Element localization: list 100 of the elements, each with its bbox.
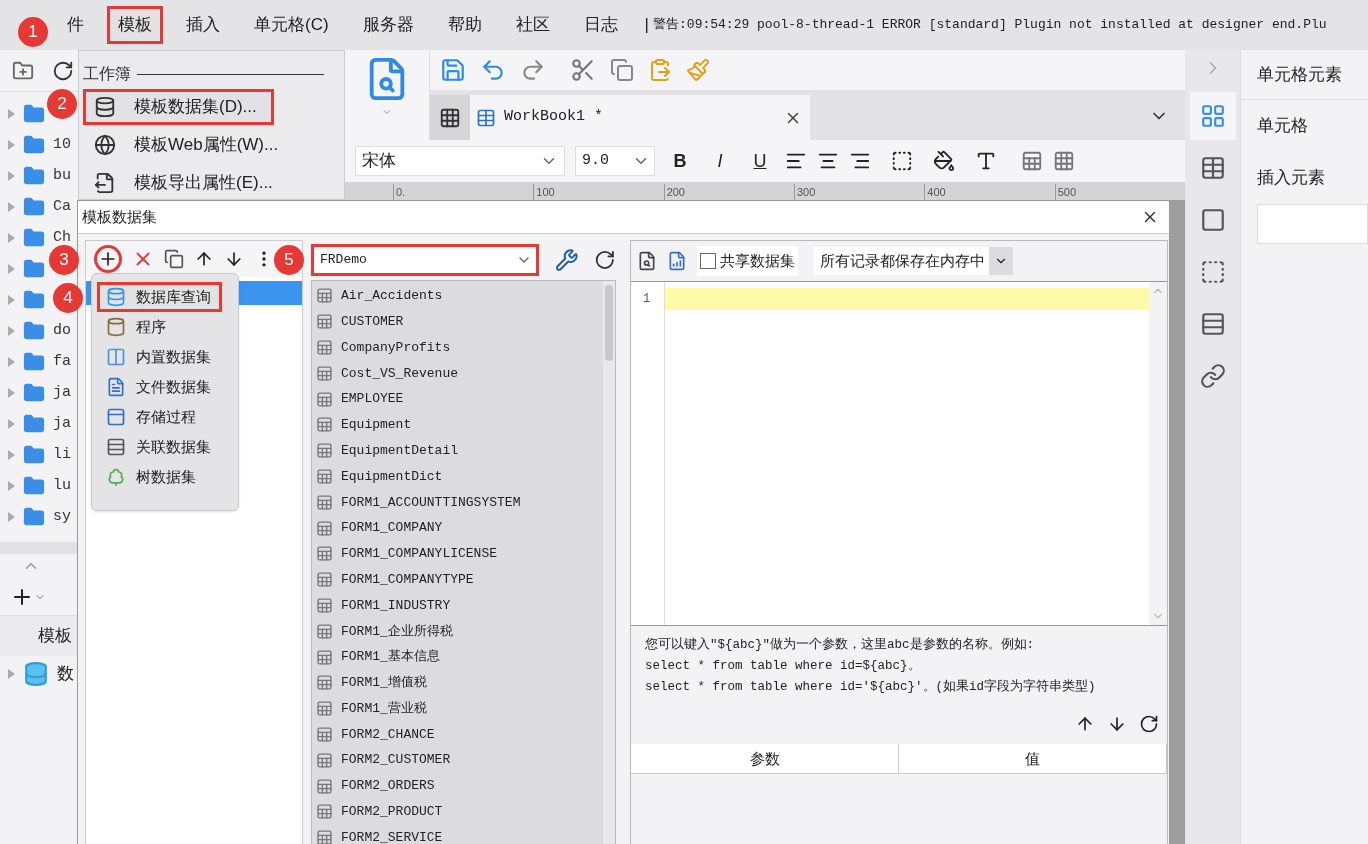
folder-name[interactable]: 10 [53,137,71,152]
expand-triangle-icon[interactable] [8,139,15,150]
menu-item[interactable]: 模板数据集(D)... [83,89,274,125]
expand-triangle-icon[interactable] [8,449,15,460]
table-name[interactable]: FORM1_COMPANY [341,518,443,538]
merge-cells-icon[interactable] [1021,150,1043,172]
menu-item[interactable]: 单元格(C) [243,6,340,44]
table-name[interactable]: FORM1_ACCOUNTTINGSYSTEM [341,492,521,512]
copy-icon[interactable] [164,249,184,269]
hint-text: 您可以键入"${abc}"做为一个参数，这里abc是参数的名称。例如: [645,636,1035,654]
expand-triangle-icon[interactable] [8,108,15,119]
folder-name[interactable]: li [53,447,71,462]
storage-select[interactable]: 所有记录都保存在内存中 [814,247,1013,275]
folder-name[interactable]: ja [53,385,71,400]
menu-item[interactable]: 文件数据集 [97,372,222,402]
font-color-icon[interactable] [975,150,997,172]
expand-triangle-icon[interactable] [8,669,15,679]
fill-color-icon[interactable] [933,150,955,172]
menu-item[interactable]: 服务器 [351,6,425,44]
cut-icon[interactable] [570,57,596,83]
expand-triangle-icon[interactable] [8,294,15,305]
font-select[interactable]: 宋体 [355,146,565,176]
expand-triangle-icon[interactable] [8,170,15,181]
table-name[interactable]: Equipment [341,415,412,435]
menu-item[interactable]: 日志 [572,6,629,44]
menu-item[interactable]: 模板 [107,6,163,44]
copy-icon[interactable] [610,58,634,82]
edit-connection-icon[interactable] [554,248,579,272]
tree-item[interactable]: 数 [57,661,74,687]
table-name[interactable]: FORM1_COMPANYLICENSE [341,544,498,564]
table-name[interactable]: FORM2_CUSTOMER [341,750,451,770]
menu-item[interactable]: 树数据集 [97,462,207,492]
workbook-tab[interactable]: WorkBook1 * [470,95,810,140]
menu-item[interactable]: 模板导出属性(E)... [83,165,290,201]
checkbox[interactable] [700,253,716,269]
table-name[interactable]: FORM1_COMPANYTYPE [341,569,474,590]
folder-name[interactable]: fa [53,354,71,369]
input-field[interactable] [1257,204,1368,244]
save-dataset-icon[interactable] [667,251,687,271]
grid-icon[interactable] [1053,150,1075,172]
refresh-icon[interactable] [594,249,616,271]
font-size-select[interactable]: 9.0 [575,146,655,176]
expand-triangle-icon[interactable] [8,232,15,243]
table-name[interactable]: Cost_VS_Revenue [341,363,459,384]
table-name[interactable]: FORM1_企业所得税 [341,621,453,641]
scrollbar-thumb[interactable] [605,285,613,361]
menu-item[interactable]: 程序 [97,312,177,342]
folder-name[interactable]: Ch [53,230,71,245]
menu-item[interactable]: 插入 [175,6,231,44]
refresh-icon[interactable] [52,59,74,82]
table-name[interactable]: CompanyProfits [341,337,451,358]
table-name[interactable]: EquipmentDetail [341,440,459,461]
table-name[interactable]: Air_Accidents [341,286,443,306]
folder-name[interactable]: Ca [53,199,71,214]
table-name[interactable]: EMPLOYEE [341,389,404,409]
sidebar-tab[interactable] [1189,92,1236,140]
table-name[interactable]: FORM2_ORDERS [341,776,435,796]
new-folder-icon[interactable] [12,59,34,82]
menu-item[interactable]: 模板Web属性(W)... [83,127,296,163]
table-name[interactable]: FORM1_增值税 [341,673,427,693]
expand-triangle-icon[interactable] [8,263,15,274]
menu-item[interactable]: 帮助 [436,6,493,44]
expand-triangle-icon[interactable] [8,325,15,336]
folder-name[interactable]: sy [53,509,71,524]
folder-name[interactable]: bu [53,168,71,183]
expand-triangle-icon[interactable] [8,387,15,398]
table-name[interactable]: FORM1_INDUSTRY [341,595,451,616]
redo-icon[interactable] [520,57,546,83]
folder-name[interactable]: ja [53,416,71,431]
preview-icon[interactable] [637,251,657,271]
expand-triangle-icon[interactable] [8,201,15,212]
menu-item[interactable]: 数据库查询 [97,282,222,312]
table-name[interactable]: CUSTOMER [341,311,404,332]
style-button[interactable]: I [705,147,735,175]
expand-triangle-icon[interactable] [8,356,15,367]
style-button[interactable]: U [745,147,775,175]
expand-triangle-icon[interactable] [8,418,15,429]
add-sheet-icon[interactable] [439,106,461,129]
table-name[interactable]: FORM2_SERVICE [341,827,443,844]
expand-triangle-icon[interactable] [8,511,15,522]
table-name[interactable]: FORM1_营业税 [341,698,427,719]
expand-triangle-icon[interactable] [8,480,15,491]
table-name[interactable]: FORM2_CHANCE [341,724,435,745]
style-button[interactable]: B [665,147,695,175]
table-name[interactable]: FORM1_基本信息 [341,647,440,667]
border-icon[interactable] [891,150,913,172]
table-icon [316,777,333,795]
undo-icon[interactable] [480,57,506,83]
connection-select[interactable]: FRDemo [311,244,539,276]
save-icon[interactable] [440,57,466,83]
menu-item[interactable]: 存储过程 [97,402,207,432]
table-name[interactable]: FORM2_PRODUCT [341,802,443,822]
refresh-icon[interactable] [1139,714,1159,735]
table-name[interactable]: EquipmentDict [341,466,443,487]
folder-name[interactable]: do [53,323,71,338]
menu-item[interactable]: 社区 [504,6,561,44]
menu-item[interactable]: 关联数据集 [97,432,222,462]
menu-item[interactable]: 内置数据集 [97,342,222,372]
folder-name[interactable]: lu [53,478,71,493]
menu-item[interactable]: 件 [56,6,95,44]
